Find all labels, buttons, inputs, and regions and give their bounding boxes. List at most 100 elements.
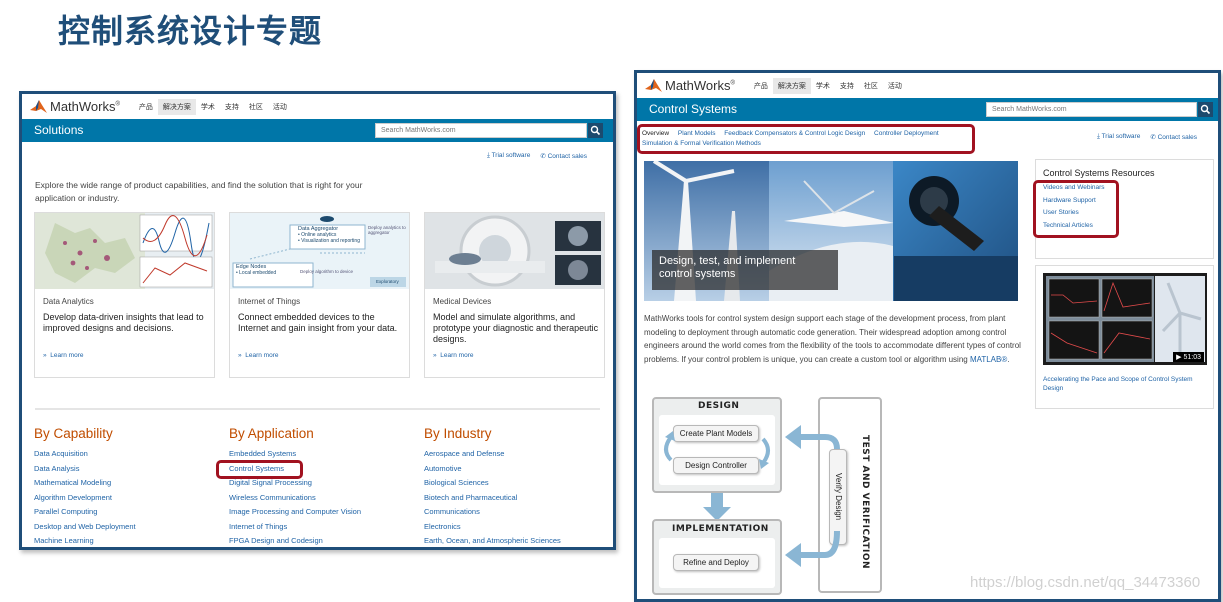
top-navigation: MathWorks® 产品 解决方案 学术 支持 社区 活动 [22,94,613,119]
menu-item-events[interactable]: 活动 [268,99,292,115]
card-data-analytics[interactable]: Data Analytics Develop data-driven insig… [34,212,215,378]
link-item[interactable]: Data Analysis [34,462,214,477]
link-item[interactable]: Biological Sciences [424,476,604,491]
refine-and-deploy-step: Refine and Deploy [673,554,759,571]
link-item[interactable]: Image Processing and Computer Vision [229,505,409,520]
trial-software-link[interactable]: ⤓ Trial software [487,152,530,160]
link-item[interactable]: Mathematical Modeling [34,476,214,491]
down-arrow-icon [703,493,731,521]
menu-item-academia[interactable]: 学术 [811,78,835,94]
by-industry-column: By Industry Aerospace and Defense Automo… [424,426,604,547]
link-item[interactable]: Aerospace and Defense [424,447,604,462]
link-item[interactable]: Parallel Computing [34,505,214,520]
hero-caption: Design, test, and implement control syst… [652,250,838,290]
card-category: Internet of Things [238,297,301,306]
link-item[interactable]: Internet of Things [229,520,409,535]
membrane-logo-icon [30,99,47,114]
highlight-subnav [637,124,975,154]
search-icon [590,125,601,136]
link-item[interactable]: Wireless Communications [229,491,409,506]
column-title: By Application [229,426,314,441]
learn-more-link[interactable]: » Learn more [238,352,278,359]
menu-item-community[interactable]: 社区 [244,99,268,115]
menu-item-events[interactable]: 活动 [883,78,907,94]
card-headline: Model and simulate algorithms, and proto… [433,312,599,344]
section-header-bar: Control Systems Search MathWorks.com [637,98,1218,121]
verification-arrows [785,425,840,567]
implementation-label: IMPLEMENTATION [672,524,769,534]
top-navigation: MathWorks® 产品 解决方案 学术 支持 社区 活动 [637,73,1218,98]
main-menu: 产品 解决方案 学术 支持 社区 活动 [134,98,292,115]
column-title: By Capability [34,426,113,441]
link-item[interactable]: Machine Learning [34,534,214,547]
matlab-link[interactable]: MATLAB® [970,355,1007,364]
utility-links: ⤓ Trial software ✆ Contact sales [487,152,587,160]
design-label: DESIGN [698,401,740,411]
link-item[interactable]: Communications [424,505,604,520]
main-menu: 产品 解决方案 学术 支持 社区 活动 [749,77,907,94]
iot-diagram-image: Data Aggregator • Online analytics • Vis… [230,213,409,289]
video-thumbnail[interactable]: ▶ 51:03 [1043,273,1207,365]
slide-title: 控制系统设计专题 [58,12,323,50]
column-title: By Industry [424,426,492,441]
video-panel: ▶ 51:03 Accelerating the Pace and Scope … [1035,265,1214,409]
card-headline: Connect embedded devices to the Internet… [238,312,398,333]
search-input[interactable]: Search MathWorks.com [375,123,587,138]
by-capability-column: By Capability Data Acquisition Data Anal… [34,426,214,547]
menu-item-solutions[interactable]: 解决方案 [157,98,196,115]
card-category: Data Analytics [43,297,94,306]
search-button[interactable] [1198,102,1213,117]
by-application-column: By Application Embedded Systems Control … [229,426,409,547]
learn-more-link[interactable]: » Learn more [43,352,83,359]
contact-sales-link[interactable]: ✆ Contact sales [540,152,587,160]
card-medical-devices[interactable]: Medical Devices Model and simulate algor… [424,212,605,378]
link-item[interactable]: Electronics [424,520,604,535]
link-item[interactable]: Desktop and Web Deployment [34,520,214,535]
menu-item-support[interactable]: 支持 [835,78,859,94]
iteration-arrows [664,431,770,469]
learn-more-link[interactable]: » Learn more [433,352,473,359]
data-analytics-image [35,213,214,289]
menu-item-products[interactable]: 产品 [134,99,158,115]
test-verification-label: TEST AND VERIFICATION [860,435,870,570]
csdn-watermark: https://blog.csdn.net/qq_34473360 [970,574,1201,591]
highlight-control-systems [216,460,303,479]
search-input[interactable]: Search MathWorks.com [986,102,1197,117]
menu-item-support[interactable]: 支持 [220,99,244,115]
link-item[interactable]: Earth, Ocean, and Atmospheric Sciences [424,534,604,547]
slide: 控制系统设计专题 MathWorks® 产品 解决方案 学术 支持 社区 活动 … [0,0,1223,602]
search-icon [1200,104,1211,115]
intro-text: Explore the wide range of product capabi… [35,180,363,203]
mathworks-logo[interactable]: MathWorks® [30,99,120,114]
contact-sales-link[interactable]: ✆ Contact sales [1150,133,1197,141]
link-item[interactable]: Data Acquisition [34,447,214,462]
card-internet-of-things[interactable]: Data Aggregator • Online analytics • Vis… [229,212,410,378]
link-item[interactable]: Biotech and Pharmaceutical [424,491,604,506]
section-divider [35,408,600,410]
control-systems-page-window: MathWorks® 产品 解决方案 学术 支持 社区 活动 Control S… [634,70,1221,602]
membrane-logo-icon [645,78,662,93]
menu-item-solutions[interactable]: 解决方案 [772,77,811,94]
hero-banner: Design, test, and implement control syst… [644,161,1018,301]
mathworks-logo[interactable]: MathWorks® [645,78,735,93]
card-category: Medical Devices [433,297,492,306]
section-title: Solutions [34,123,84,137]
section-title: Control Systems [649,102,738,116]
phone-icon: ✆ [540,153,548,160]
video-caption-link[interactable]: Accelerating the Pace and Scope of Contr… [1043,375,1208,393]
menu-item-academia[interactable]: 学术 [196,99,220,115]
card-headline: Develop data-driven insights that lead t… [43,312,204,333]
medical-devices-image [425,213,604,289]
link-item[interactable]: Automotive [424,462,604,477]
resources-title: Control Systems Resources [1043,168,1155,178]
trial-software-link[interactable]: ⤓ Trial software [1097,133,1140,141]
logo-text: MathWorks [665,78,731,93]
video-duration: ▶ 51:03 [1173,352,1204,362]
link-item[interactable]: Algorithm Development [34,491,214,506]
logo-text: MathWorks [50,99,116,114]
menu-item-community[interactable]: 社区 [859,78,883,94]
highlight-resources [1033,180,1119,238]
menu-item-products[interactable]: 产品 [749,78,773,94]
link-item[interactable]: FPGA Design and Codesign [229,534,409,547]
search-button[interactable] [588,123,603,138]
